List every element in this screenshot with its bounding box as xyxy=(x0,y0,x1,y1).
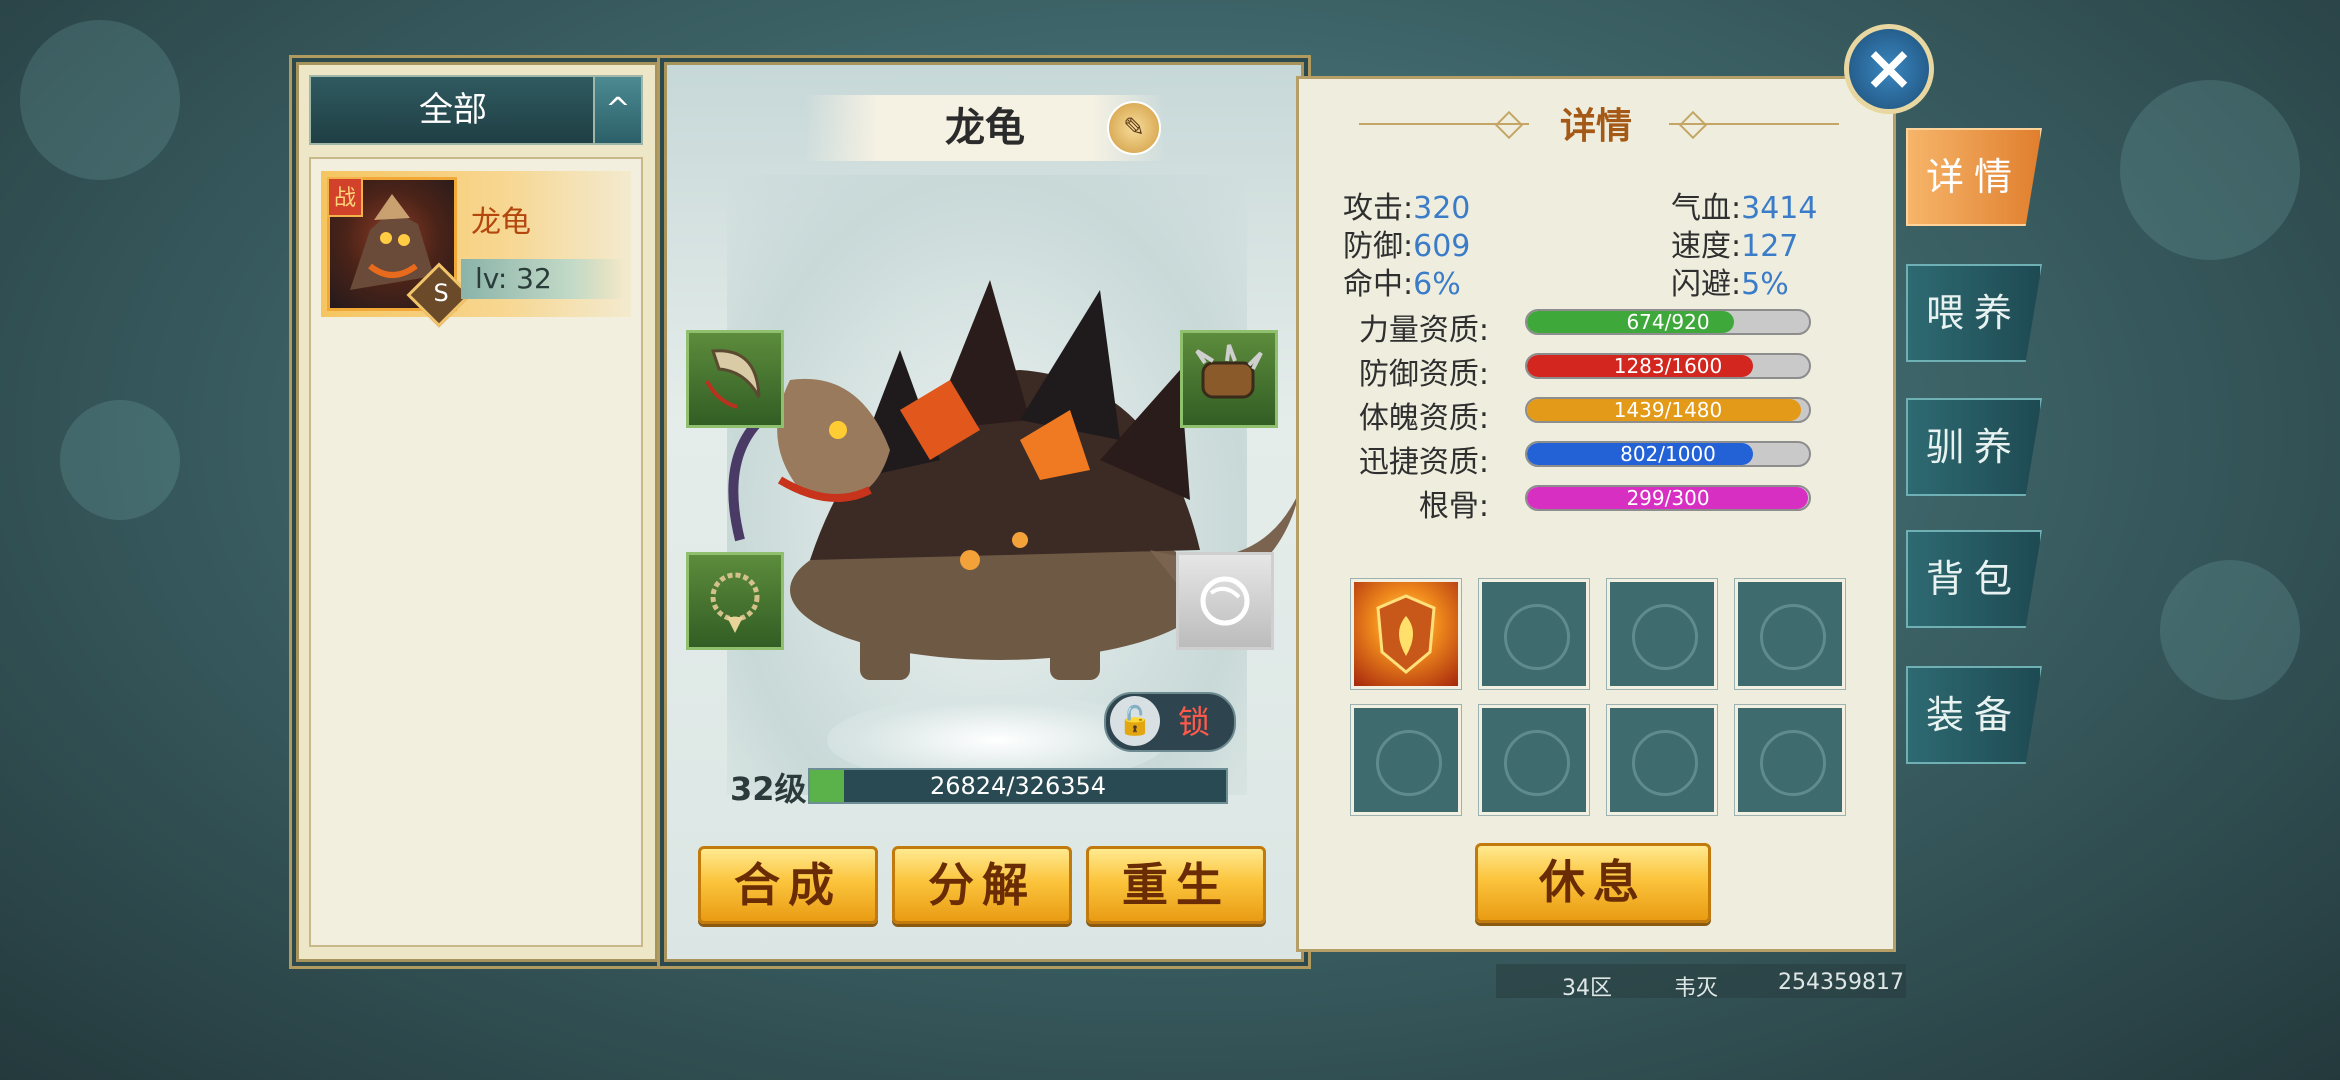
empty-skill-icon xyxy=(1632,604,1698,670)
exp-text: 26824/326354 xyxy=(929,772,1107,800)
tab-train[interactable]: 驯养 xyxy=(1906,398,2042,496)
filter-label: 全部 xyxy=(419,90,487,130)
aptitude-label: 防御资质: xyxy=(1358,357,1489,392)
pet-list-item[interactable]: 战 S 龙龟 lv: 32 xyxy=(321,171,631,328)
chevron-up-icon[interactable]: ^ xyxy=(593,77,641,143)
skill-slot-empty[interactable] xyxy=(1607,705,1717,815)
aptitude-value: 674/920 xyxy=(1626,310,1710,334)
fire-shield-icon xyxy=(1376,594,1436,674)
stat-hit: 命中:6% xyxy=(1343,259,1461,303)
pet-list-level: lv: 32 xyxy=(461,259,625,299)
skill-slot-fire[interactable] xyxy=(1351,579,1461,689)
player-name: 韦灭 xyxy=(1674,976,1719,1001)
tab-equip[interactable]: 装备 xyxy=(1906,666,2042,764)
stat-value: 6% xyxy=(1413,267,1461,302)
player-id: 254359817 xyxy=(1778,970,1904,995)
equip-slot-armor[interactable] xyxy=(1180,330,1278,428)
aptitude-label: 根骨: xyxy=(1418,489,1489,524)
aptitude-value: 1283/1600 xyxy=(1613,354,1723,378)
exp-bar: 26824/326354 xyxy=(808,768,1228,804)
tab-bag[interactable]: 背包 xyxy=(1906,530,2042,628)
background-orb xyxy=(60,400,180,520)
decompose-button[interactable]: 分解 xyxy=(892,846,1072,924)
stat-label: 闪避: xyxy=(1671,267,1742,302)
skill-slot-empty[interactable] xyxy=(1607,579,1717,689)
skill-slot-empty[interactable] xyxy=(1351,705,1461,815)
empty-skill-icon xyxy=(1504,604,1570,670)
skill-slot-empty[interactable] xyxy=(1735,705,1845,815)
equip-slot-claw[interactable] xyxy=(686,330,784,428)
skill-slot-empty[interactable] xyxy=(1479,705,1589,815)
equip-slot-necklace[interactable] xyxy=(686,552,784,650)
skill-slot-empty[interactable] xyxy=(1735,579,1845,689)
aptitude-bar-physique: 1439/1480 xyxy=(1525,397,1811,423)
empty-skill-icon xyxy=(1504,730,1570,796)
skill-slot-empty[interactable] xyxy=(1479,579,1589,689)
pet-level: 32级 xyxy=(730,770,807,808)
pet-list: 战 S 龙龟 lv: 32 xyxy=(309,157,643,947)
background-orb xyxy=(2120,80,2300,260)
rest-button[interactable]: 休息 xyxy=(1475,843,1711,923)
compose-button[interactable]: 合成 xyxy=(698,846,878,924)
empty-slot-icon xyxy=(1200,576,1250,626)
server-label: 34区 xyxy=(1562,976,1612,1001)
stat-label: 命中: xyxy=(1343,267,1414,302)
aptitude-label: 体魄资质: xyxy=(1358,401,1489,436)
spiked-collar-icon xyxy=(1195,344,1263,399)
background-orb xyxy=(2160,560,2300,700)
tab-details[interactable]: 详情 xyxy=(1906,128,2042,226)
rebirth-button[interactable]: 重生 xyxy=(1086,846,1266,924)
necklace-icon xyxy=(710,572,760,633)
lock-toggle[interactable]: 🔓 锁 xyxy=(1104,692,1236,752)
aptitude-bar-root: 299/300 xyxy=(1525,485,1811,511)
aptitude-bar-strength: 674/920 xyxy=(1525,309,1811,335)
tab-feed[interactable]: 喂养 xyxy=(1906,264,2042,362)
filter-dropdown[interactable]: 全部 ^ xyxy=(309,75,643,145)
lock-label: 锁 xyxy=(1178,703,1211,741)
pet-avatar: 战 S xyxy=(327,177,472,328)
aptitude-value: 802/1000 xyxy=(1620,442,1716,466)
pet-list-name: 龙龟 xyxy=(471,205,531,240)
aptitude-label: 力量资质: xyxy=(1358,313,1489,348)
stat-dodge: 闪避:5% xyxy=(1671,259,1789,303)
rank-letter: S xyxy=(433,278,449,307)
stat-value: 5% xyxy=(1741,267,1789,302)
rename-icon[interactable]: ✎ xyxy=(1107,101,1161,155)
empty-skill-icon xyxy=(1376,730,1442,796)
claw-icon xyxy=(705,349,761,409)
title-divider xyxy=(1669,123,1839,125)
background-orb xyxy=(20,20,180,180)
aptitude-label: 迅捷资质: xyxy=(1358,445,1489,480)
details-panel: 详情 攻击:320 气血:3414 防御:609 速度:127 命中:6% 闪避… xyxy=(1296,76,1896,952)
aptitude-value: 299/300 xyxy=(1626,486,1710,510)
aptitude-bar-defense: 1283/1600 xyxy=(1525,353,1811,379)
battle-badge: 战 xyxy=(327,177,363,217)
unlock-icon: 🔓 xyxy=(1110,696,1160,746)
close-icon[interactable]: × xyxy=(1844,24,1934,114)
empty-skill-icon xyxy=(1760,730,1826,796)
empty-skill-icon xyxy=(1632,730,1698,796)
aptitude-bar-agility: 802/1000 xyxy=(1525,441,1811,467)
pet-list-panel: 全部 ^ 战 S 龙龟 lv: 32 xyxy=(296,62,658,962)
equip-slot-empty[interactable] xyxy=(1176,552,1274,650)
empty-skill-icon xyxy=(1760,604,1826,670)
aptitude-value: 1439/1480 xyxy=(1613,398,1723,422)
